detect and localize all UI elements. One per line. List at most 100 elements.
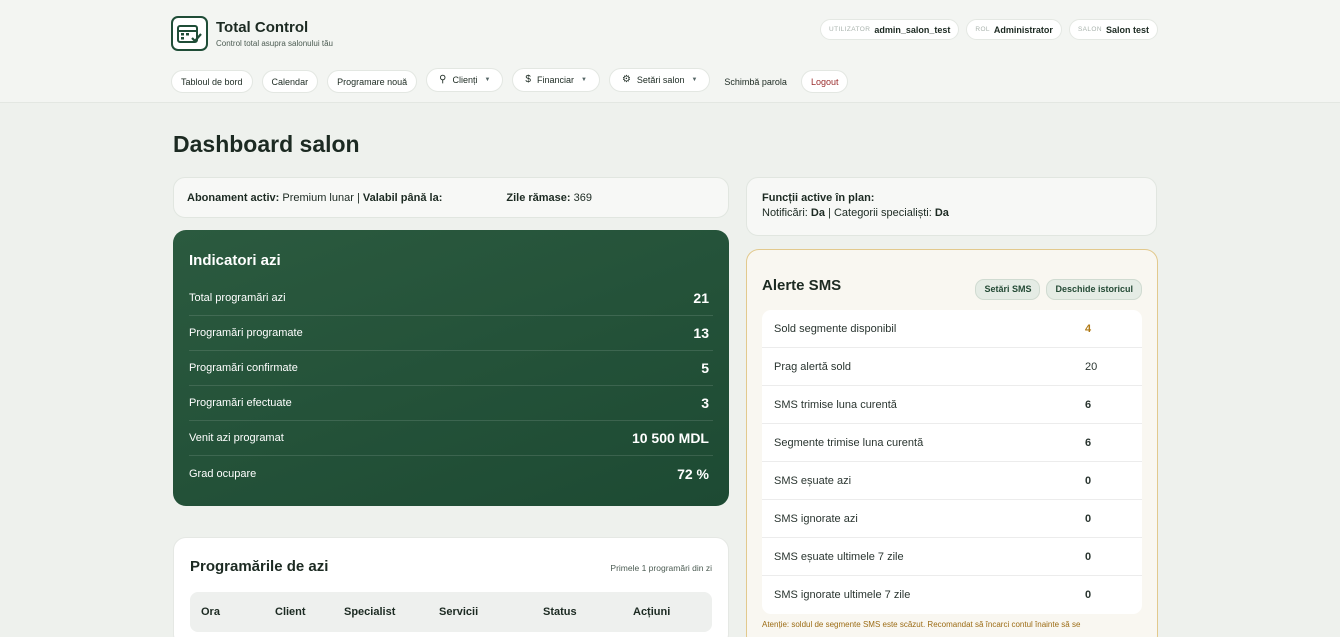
indicator-row: Venit azi programat 10 500 MDL xyxy=(189,421,713,456)
user-key: UTILIZATOR xyxy=(828,26,871,33)
column-header: Ora xyxy=(201,606,220,618)
calendar-check-icon xyxy=(171,16,208,51)
sms-row-value: 0 xyxy=(1085,589,1092,601)
sms-row-label: SMS eșuate ultimele 7 zile xyxy=(774,550,904,563)
indicator-value: 13 xyxy=(693,325,709,341)
sms-row-label: SMS ignorate azi xyxy=(774,512,858,525)
subscription-card: Abonament activ: Premium lunar | Valabil… xyxy=(173,177,729,218)
nav-salon-settings[interactable]: ⚙ Setări salon ▼ xyxy=(608,67,711,92)
indicator-label: Grad ocupare xyxy=(189,467,257,480)
nav-change-password[interactable]: Schimbă parola xyxy=(719,70,792,93)
indicator-value: 5 xyxy=(701,360,709,376)
categories-value: Da xyxy=(934,207,949,219)
app-title: Total Control xyxy=(216,18,309,36)
nav-clients[interactable]: ⚲ Clienți ▼ xyxy=(426,67,504,92)
sms-row: SMS ignorate ultimele 7 zile 0 xyxy=(762,576,1142,614)
indicator-value: 21 xyxy=(693,290,709,306)
sms-row-value: 4 xyxy=(1085,322,1092,335)
sms-row-value: 0 xyxy=(1085,512,1092,525)
indicator-row: Grad ocupare 72 % xyxy=(189,456,713,491)
sms-row-value: 0 xyxy=(1085,550,1092,563)
app-subtitle: Control total asupra salonului tău xyxy=(216,38,333,48)
sms-row-label: Segmente trimise luna curentă xyxy=(774,436,924,449)
sms-row-label: Prag alertă sold xyxy=(774,360,852,373)
chevron-down-icon: ▼ xyxy=(691,76,698,83)
indicator-row: Programări efectuate 3 xyxy=(189,386,713,421)
today-appointments-card: Programările de azi Primele 1 programări… xyxy=(173,537,729,637)
sms-row-label: SMS trimise luna curentă xyxy=(774,398,897,411)
user-info: UTILIZATOR admin_salon_test ROL Administ… xyxy=(819,19,1158,40)
role-value: Administrator xyxy=(993,24,1053,35)
chevron-down-icon: ▼ xyxy=(484,76,491,83)
categories-label: Categorii specialiști: xyxy=(833,207,932,219)
user-icon: ⚲ xyxy=(439,74,447,85)
features-card: Funcții active în plan: Notificări: Da |… xyxy=(746,177,1157,236)
nav-salon-settings-label: Setări salon xyxy=(636,74,685,85)
nav-clients-label: Clienți xyxy=(452,74,478,85)
column-header: Specialist xyxy=(344,606,396,618)
user-value: admin_salon_test xyxy=(874,24,951,35)
sms-row-label: SMS ignorate ultimele 7 zile xyxy=(774,589,911,601)
sms-row: Segmente trimise luna curentă 6 xyxy=(762,424,1142,462)
indicator-value: 3 xyxy=(701,395,709,411)
indicator-row: Programări programate 13 xyxy=(189,316,713,351)
sms-row-value: 0 xyxy=(1085,474,1092,487)
salon-key: SALON xyxy=(1077,26,1102,33)
today-indicators-card: Indicatori azi Total programări azi 21 Pr… xyxy=(173,230,729,506)
notifications-label: Notificări: xyxy=(762,207,808,219)
sms-row: SMS trimise luna curentă 6 xyxy=(762,386,1142,424)
column-header: Status xyxy=(543,606,577,618)
sms-stats-table: Sold segmente disponibil 4 Prag alertă so… xyxy=(762,310,1142,614)
sms-row: SMS eșuate ultimele 7 zile 0 xyxy=(762,538,1142,576)
gear-icon: ⚙ xyxy=(621,74,631,85)
top-bar: Total Control Control total asupra salon… xyxy=(0,0,1340,103)
appointments-table-header: Ora Client Specialist Servicii Status Ac… xyxy=(190,592,712,632)
sms-row: Sold segmente disponibil 4 xyxy=(762,310,1142,348)
sms-low-balance-warning: Atenție: soldul de segmente SMS este scă… xyxy=(762,620,1081,629)
column-header: Client xyxy=(275,606,306,618)
nav-new-appointment[interactable]: Programare nouă xyxy=(327,70,418,93)
indicators-title: Indicatori azi xyxy=(189,252,281,269)
indicator-row: Total programări azi 21 xyxy=(189,281,713,316)
logout-button[interactable]: Logout xyxy=(800,70,849,93)
sms-alerts-card: Alerte SMS Setări SMS Deschide istoricul… xyxy=(746,249,1158,637)
role-key: ROL xyxy=(975,26,990,33)
user-pill: UTILIZATOR admin_salon_test xyxy=(819,19,960,40)
page-title: Dashboard salon xyxy=(173,131,360,157)
notifications-value: Da xyxy=(810,207,825,219)
indicator-row: Programări confirmate 5 xyxy=(189,351,713,386)
column-header: Servicii xyxy=(439,606,479,618)
nav-calendar[interactable]: Calendar xyxy=(261,70,319,93)
chevron-down-icon: ▼ xyxy=(581,76,587,83)
dollar-icon: $ xyxy=(525,74,531,85)
column-header: Acțiuni xyxy=(633,606,671,618)
sms-row-value: 6 xyxy=(1085,398,1092,411)
days-left-label: Zile rămase: xyxy=(506,191,571,204)
sms-row: Prag alertă sold 20 xyxy=(762,348,1142,386)
sms-row-value: 20 xyxy=(1085,360,1098,373)
appointments-title: Programările de azi xyxy=(190,558,329,575)
sms-title: Alerte SMS xyxy=(762,276,842,294)
indicator-label: Venit azi programat xyxy=(189,432,284,444)
days-left-value: 369 xyxy=(573,191,592,204)
sms-row-value: 6 xyxy=(1085,436,1092,449)
main-nav: Tabloul de bord Calendar Programare nouă… xyxy=(171,67,849,93)
salon-pill: SALON Salon test xyxy=(1068,19,1158,40)
indicator-value: 10 500 MDL xyxy=(631,430,709,446)
sms-history-button[interactable]: Deschide istoricul xyxy=(1046,278,1142,300)
sms-row-label: Sold segmente disponibil xyxy=(774,322,897,335)
brand[interactable]: Total Control Control total asupra salon… xyxy=(171,16,333,51)
indicator-value: 72 % xyxy=(677,465,709,482)
indicator-label: Programări confirmate xyxy=(189,362,298,374)
nav-financial[interactable]: $ Financiar ▼ xyxy=(512,67,600,92)
nav-financial-label: Financiar xyxy=(536,74,574,85)
indicator-label: Programări programate xyxy=(189,327,303,339)
nav-dashboard[interactable]: Tabloul de bord xyxy=(171,70,253,93)
indicator-label: Programări efectuate xyxy=(189,397,292,409)
subscription-label: Abonament activ: xyxy=(187,191,280,204)
salon-value: Salon test xyxy=(1105,24,1149,35)
appointments-note: Primele 1 programări din zi xyxy=(610,563,712,573)
sms-row-label: SMS eșuate azi xyxy=(774,474,852,487)
sms-settings-button[interactable]: Setări SMS xyxy=(975,278,1041,300)
valid-until-label: Valabil până la: xyxy=(362,191,443,204)
